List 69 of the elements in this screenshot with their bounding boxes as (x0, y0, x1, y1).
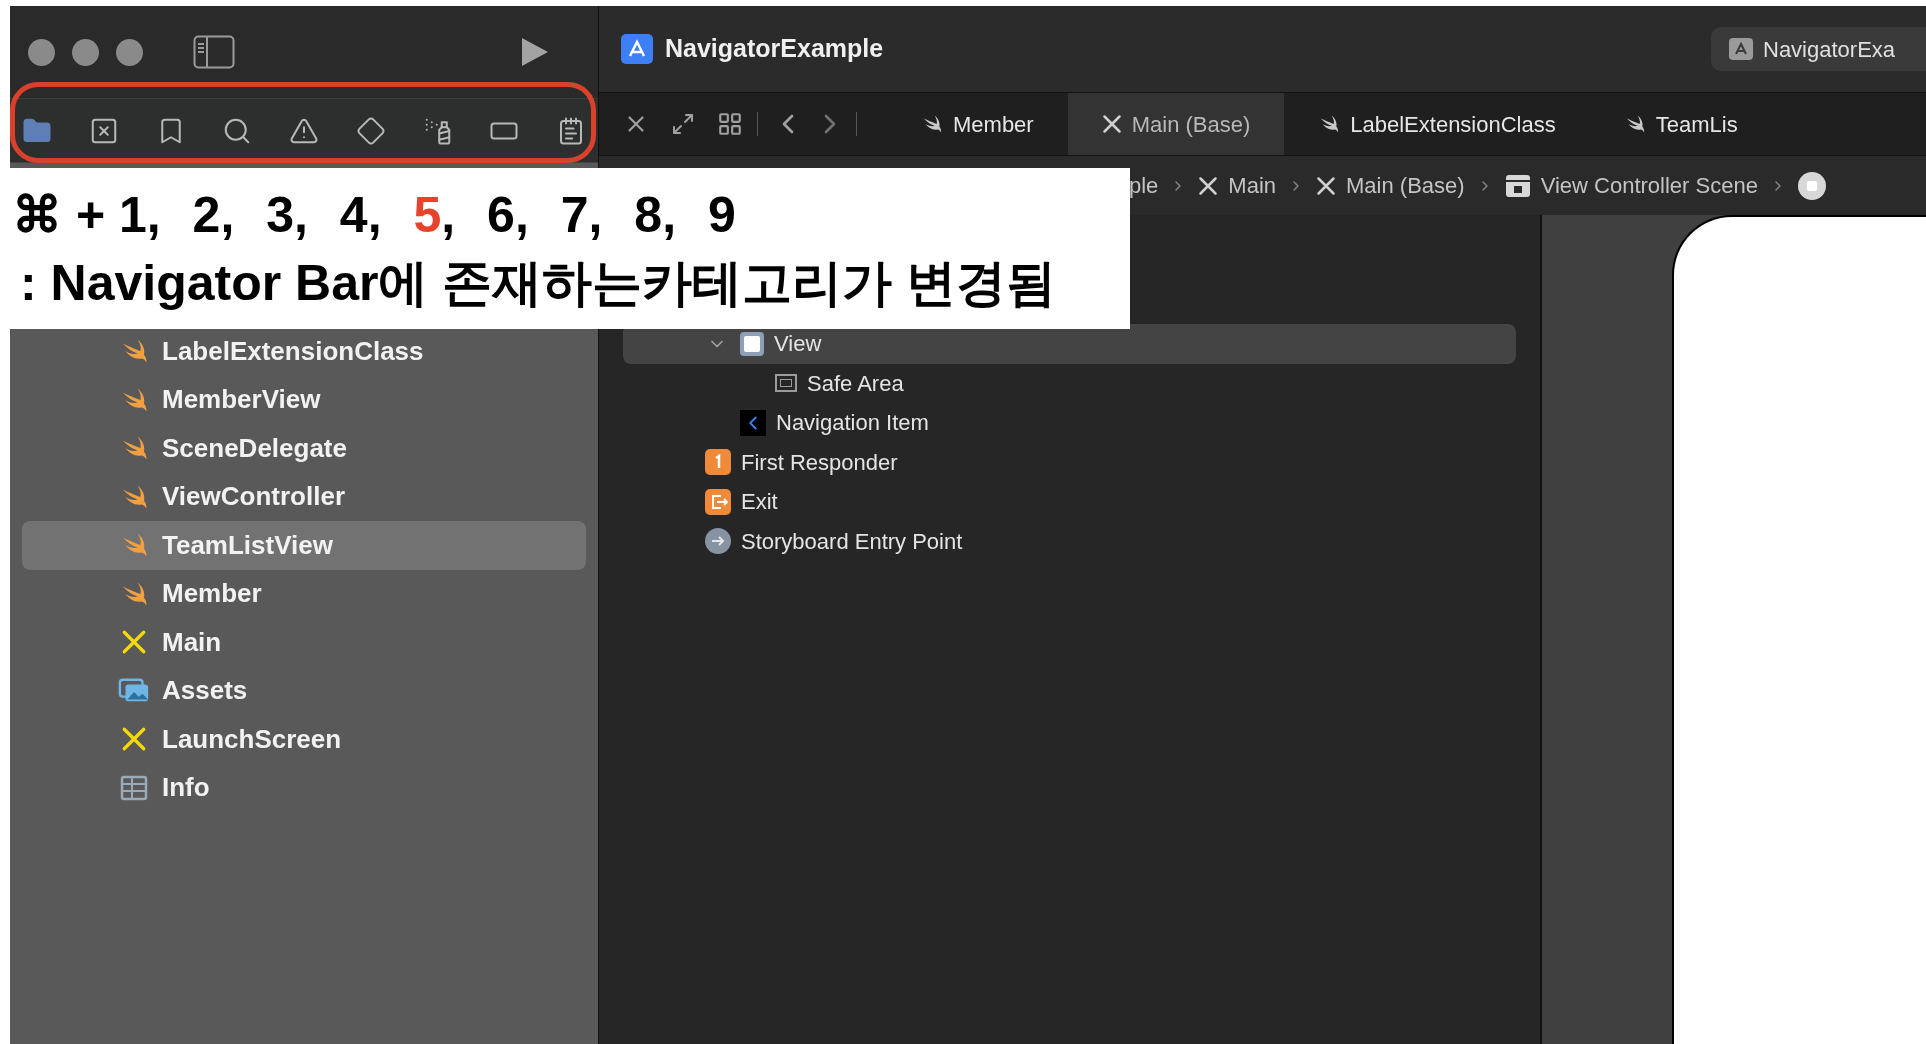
breadcrumb-item[interactable]: ple (1129, 169, 1159, 202)
outline-row[interactable]: Storyboard Entry Point (623, 521, 1516, 561)
file-label: Assets (162, 674, 248, 708)
outline-row[interactable]: Safe Area (623, 363, 1516, 403)
file-row[interactable]: LaunchScreen (22, 715, 586, 764)
breadcrumb-item[interactable]: Main (1198, 169, 1277, 202)
frame-icon (775, 374, 797, 393)
file-label: ViewController (162, 480, 345, 514)
outline-label: First Responder (741, 448, 898, 477)
editor-tab[interactable]: LabelExtensionClass (1284, 93, 1590, 155)
number-box-icon (705, 449, 731, 476)
outline-label: View (774, 330, 822, 359)
file-label: TeamListView (162, 528, 333, 562)
file-row[interactable]: TeamListView (22, 521, 586, 570)
file-row[interactable]: MemberView (22, 375, 586, 424)
chevron-left-icon (740, 409, 766, 436)
square-icon (740, 331, 764, 356)
table-icon (120, 774, 148, 801)
arrow-circle-icon (705, 528, 731, 555)
window-title: NavigatorExample (665, 33, 884, 65)
file-row[interactable]: Assets (22, 666, 586, 715)
file-row[interactable]: SceneDelegate (22, 424, 586, 473)
file-label: Main (162, 625, 222, 659)
circle-icon (1797, 171, 1826, 200)
editor-tab[interactable]: Member (887, 93, 1068, 155)
grid-icon[interactable] (717, 111, 743, 137)
outline-row[interactable]: View (623, 324, 1516, 364)
file-label: Info (162, 771, 210, 805)
file-label: LaunchScreen (162, 722, 342, 756)
breadcrumb-item[interactable] (1797, 171, 1826, 200)
breadcrumb-item[interactable]: Main (Base) (1316, 169, 1465, 202)
file-label: LabelExtensionClass (162, 334, 424, 368)
scheme-selector[interactable]: NavigatorExa (1711, 27, 1926, 71)
outline-row[interactable]: Navigation Item (623, 403, 1516, 443)
outline-row[interactable]: Exit (623, 482, 1516, 522)
exit-icon (705, 488, 731, 515)
file-label: SceneDelegate (162, 431, 347, 465)
scene-icon (1504, 172, 1531, 199)
crossed-tools-icon (1316, 175, 1337, 196)
outline-label: Safe Area (807, 369, 904, 398)
file-row[interactable]: Member (22, 569, 586, 618)
diamond-icon[interactable] (355, 115, 386, 146)
description-caption: : Navigator Bar에 존재하는카테고리가 변경됨 (19, 253, 1058, 313)
expand-icon[interactable] (671, 112, 695, 136)
outline-label: Storyboard Entry Point (741, 527, 963, 556)
app-icon (1729, 38, 1753, 60)
minimize-window-button[interactable] (72, 38, 99, 66)
close-window-button[interactable] (28, 38, 55, 66)
file-row[interactable]: LabelExtensionClass (22, 327, 586, 376)
file-row[interactable]: ViewController (22, 472, 586, 521)
file-row[interactable]: Info (22, 763, 586, 812)
crossed-tools-icon (121, 629, 147, 656)
crossed-tools-icon (1198, 175, 1219, 196)
sidebar-toggle-icon[interactable] (193, 35, 235, 69)
outline-label: Navigation Item (776, 409, 929, 438)
outline-label: Exit (741, 488, 778, 517)
maximize-window-button[interactable] (116, 38, 143, 66)
file-label: Member (162, 577, 262, 611)
play-icon[interactable] (520, 36, 550, 68)
breadcrumb-item[interactable]: View Controller Scene (1504, 169, 1758, 202)
outline-row[interactable]: First Responder (623, 442, 1516, 482)
editor-tab[interactable]: Main (Base) (1067, 93, 1285, 155)
file-label: MemberView (162, 383, 321, 417)
crossed-tools-icon (1101, 114, 1122, 134)
file-row[interactable]: Main (22, 618, 586, 667)
crossed-tools-icon (121, 726, 147, 753)
shortcut-caption: ⌘ + 1, 2, 3, 4, 5, 6, 7, 8, 9 (12, 185, 737, 245)
editor-tab[interactable]: TeamLis (1589, 93, 1772, 155)
app-icon (621, 34, 653, 64)
